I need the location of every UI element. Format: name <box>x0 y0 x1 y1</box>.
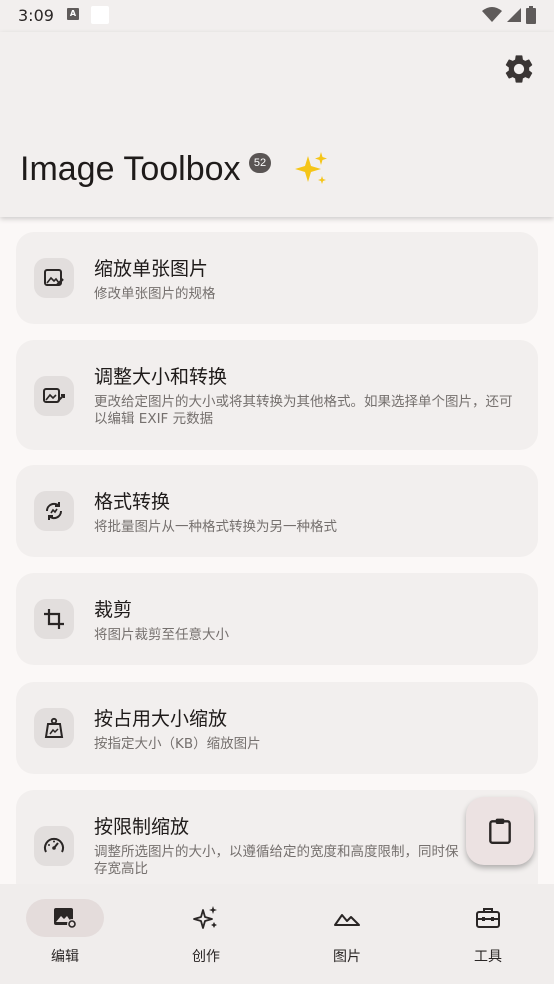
status-icons <box>482 6 536 24</box>
image-edit-nav-icon <box>54 908 77 929</box>
tool-subtitle: 按指定大小（KB）缩放图片 <box>94 736 261 752</box>
weight-icon <box>34 708 74 748</box>
convert-icon <box>34 491 74 531</box>
status-bar: 3:09 A <box>0 0 554 32</box>
sparkles-emoji-icon[interactable] <box>290 150 330 190</box>
tool-title: 缩放单张图片 <box>94 258 209 280</box>
battery-icon <box>526 6 536 24</box>
nav-item-images[interactable]: 图片 <box>282 884 420 984</box>
toolbox-icon <box>476 908 500 928</box>
speedometer-icon <box>34 826 74 866</box>
tool-title: 调整大小和转换 <box>94 366 228 388</box>
nav-label: 编辑 <box>51 949 79 965</box>
tool-card-weight-resize[interactable]: 按占用大小缩放 按指定大小（KB）缩放图片 <box>16 682 538 774</box>
nav-label: 工具 <box>474 949 502 965</box>
top-app-bar: Image Toolbox 52 <box>0 32 554 217</box>
tool-subtitle: 将图片裁剪至任意大小 <box>94 627 229 643</box>
notification-square-icon <box>91 6 109 24</box>
wifi-icon <box>482 7 502 22</box>
app-title: Image Toolbox <box>20 150 241 188</box>
tool-subtitle: 更改给定图片的大小或将其转换为其他格式。如果选择单个图片，还可以编辑 EXIF … <box>94 394 513 427</box>
nav-label: 图片 <box>333 949 361 965</box>
tool-subtitle: 调整所选图片的大小，以遵循给定的宽度和高度限制，同时保存宽高比 <box>94 844 459 877</box>
tool-subtitle: 将批量图片从一种格式转换为另一种格式 <box>94 519 337 535</box>
notification-a-icon: A <box>67 8 79 20</box>
bottom-navigation: 编辑 创作 图片 工具 <box>0 884 554 984</box>
settings-button[interactable] <box>502 52 536 86</box>
tool-card-crop[interactable]: 裁剪 将图片裁剪至任意大小 <box>16 573 538 665</box>
tool-card-resize-convert[interactable]: 调整大小和转换 更改给定图片的大小或将其转换为其他格式。如果选择单个图片，还可以… <box>16 340 538 450</box>
nav-icon-wrap <box>308 899 386 937</box>
nav-item-create[interactable]: 创作 <box>141 884 279 984</box>
nav-label: 创作 <box>192 949 220 965</box>
tool-card-format-convert[interactable]: 格式转换 将批量图片从一种格式转换为另一种格式 <box>16 465 538 557</box>
tool-title: 按限制缩放 <box>94 816 190 838</box>
clipboard-icon <box>489 818 511 845</box>
tool-title: 按占用大小缩放 <box>94 708 228 730</box>
image-resize-icon <box>34 376 74 416</box>
tool-title: 裁剪 <box>94 599 133 621</box>
image-edit-icon <box>34 258 74 298</box>
crop-icon <box>34 599 74 639</box>
tool-title: 格式转换 <box>94 491 171 513</box>
status-time: 3:09 <box>18 6 54 25</box>
landscape-icon <box>334 914 360 926</box>
nav-icon-wrap <box>449 899 527 937</box>
paste-clipboard-button[interactable] <box>466 797 534 865</box>
signal-icon <box>507 8 521 22</box>
nav-icon-wrap <box>167 899 245 937</box>
tool-subtitle: 修改单张图片的规格 <box>94 286 216 302</box>
nav-active-indicator <box>26 899 104 937</box>
gear-icon <box>505 55 533 83</box>
sparkles-icon <box>193 906 217 929</box>
version-badge: 52 <box>249 153 271 173</box>
tool-card-resize-single[interactable]: 缩放单张图片 修改单张图片的规格 <box>16 232 538 324</box>
nav-item-edit[interactable]: 编辑 <box>0 884 138 984</box>
nav-item-tools[interactable]: 工具 <box>423 884 554 984</box>
